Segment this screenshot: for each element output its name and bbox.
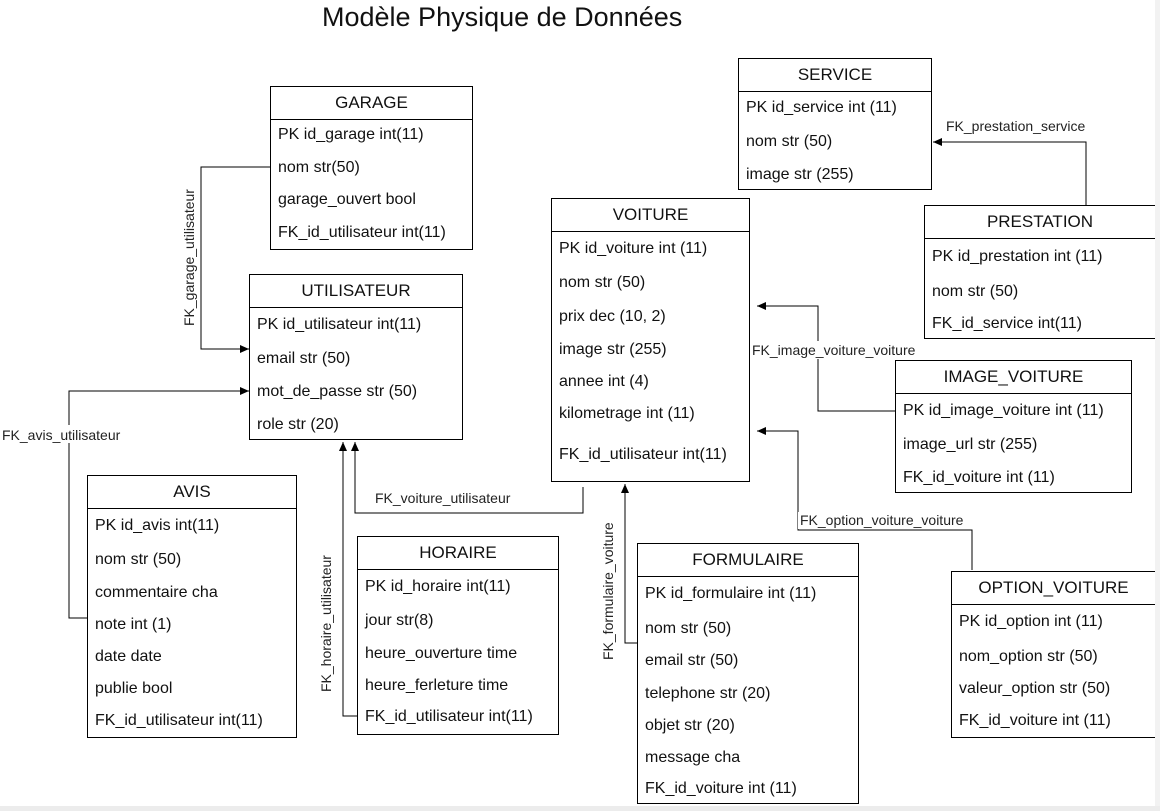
field-row: valeur_option str (50)	[959, 680, 1111, 697]
field-row: PK id_service int (11)	[746, 99, 897, 116]
field-row: FK_id_utilisateur int(11)	[278, 224, 446, 241]
entity-utilisateur[interactable]: UTILISATEUR PK id_utilisateur int(11) em…	[249, 274, 463, 440]
field-row: nom_option str (50)	[959, 648, 1098, 665]
field-row: note int (1)	[95, 616, 172, 633]
scroll-edge-right	[1155, 0, 1160, 811]
field-row: image_url str (255)	[903, 436, 1038, 453]
field-row: heure_ferleture time	[365, 677, 509, 694]
entity-voiture[interactable]: VOITURE PK id_voiture int (11) nom str (…	[551, 198, 750, 482]
field-row: FK_id_utilisateur int(11)	[365, 708, 533, 725]
field-row: role str (20)	[257, 416, 339, 433]
field-row: PK id_image_voiture int (11)	[903, 402, 1104, 419]
field-row: message cha	[645, 749, 741, 766]
field-row: FK_id_utilisateur int(11)	[95, 712, 263, 729]
entity-horaire[interactable]: HORAIRE PK id_horaire int(11) jour str(8…	[357, 536, 559, 735]
entity-option-voiture[interactable]: OPTION_VOITURE PK id_option int (11) nom…	[951, 571, 1156, 738]
entity-service[interactable]: SERVICE PK id_service int (11) nom str (…	[738, 58, 932, 190]
entity-formulaire-name: FORMULAIRE	[638, 544, 858, 577]
field-row: mot_de_passe str (50)	[257, 383, 418, 400]
entity-utilisateur-name: UTILISATEUR	[250, 275, 462, 308]
label-fk-garage-utilisateur: FK_garage_utilisateur	[181, 189, 197, 326]
entity-avis[interactable]: AVIS PK id_avis int(11) nom str (50) com…	[87, 475, 297, 738]
field-row: PK id_voiture int (11)	[559, 240, 708, 257]
entity-prestation-name: PRESTATION	[925, 206, 1155, 239]
entity-garage-name: GARAGE	[271, 87, 472, 120]
entity-service-name: SERVICE	[739, 59, 931, 92]
field-row: image str (255)	[746, 166, 854, 183]
field-row: FK_id_voiture int (11)	[645, 780, 797, 797]
field-row: prix dec (10, 2)	[559, 308, 666, 325]
field-row: nom str (50)	[559, 274, 646, 291]
field-row: nom str (50)	[645, 620, 732, 637]
field-row: jour str(8)	[365, 612, 434, 629]
label-fk-voiture-utilisateur: FK_voiture_utilisateur	[375, 490, 511, 506]
label-fk-horaire-utilisateur: FK_horaire_utilisateur	[318, 555, 334, 692]
label-fk-option-voiture-voiture: FK_option_voiture_voiture	[800, 512, 964, 528]
field-row: publie bool	[95, 680, 173, 697]
label-fk-prestation-service: FK_prestation_service	[946, 118, 1086, 134]
field-row: nom str(50)	[278, 159, 360, 176]
field-row: kilometrage int (11)	[559, 405, 695, 422]
label-fk-avis-utilisateur: FK_avis_utilisateur	[2, 427, 121, 443]
field-row: PK id_formulaire int (11)	[645, 585, 817, 602]
field-row: PK id_avis int(11)	[95, 517, 220, 534]
entity-avis-name: AVIS	[88, 476, 296, 509]
field-row: PK id_prestation int (11)	[932, 248, 1103, 265]
field-row: email str (50)	[257, 350, 351, 367]
link-horaire-utilisateur	[339, 442, 358, 717]
field-row: FK_id_service int(11)	[932, 315, 1082, 332]
entity-image-voiture[interactable]: IMAGE_VOITURE PK id_image_voiture int (1…	[895, 360, 1132, 493]
field-row: email str (50)	[645, 652, 739, 669]
entity-image-voiture-name: IMAGE_VOITURE	[896, 361, 1131, 394]
entity-horaire-name: HORAIRE	[358, 537, 558, 570]
field-row: date date	[95, 648, 162, 665]
label-fk-formulaire-voiture: FK_formulaire_voiture	[600, 522, 616, 660]
field-row: nom str (50)	[746, 133, 833, 150]
link-formulaire-voiture	[621, 484, 637, 644]
field-row: FK_id_utilisateur int(11)	[559, 446, 727, 463]
field-row: PK id_horaire int(11)	[365, 578, 511, 595]
field-row: garage_ouvert bool	[278, 191, 416, 208]
field-row: image str (255)	[559, 341, 667, 358]
entity-formulaire[interactable]: FORMULAIRE PK id_formulaire int (11) nom…	[637, 543, 859, 804]
label-fk-image-voiture-voiture: FK_image_voiture_voiture	[752, 342, 916, 358]
field-row: PK id_garage int(11)	[278, 126, 424, 143]
field-row: objet str (20)	[645, 717, 735, 734]
field-row: telephone str (20)	[645, 685, 771, 702]
field-row: heure_ouverture time	[365, 645, 518, 662]
field-row: FK_id_voiture int (11)	[959, 712, 1111, 729]
field-row: PK id_utilisateur int(11)	[257, 316, 422, 333]
link-prestation-service	[933, 138, 1087, 206]
field-row: PK id_option int (11)	[959, 613, 1103, 630]
entity-voiture-name: VOITURE	[552, 199, 749, 232]
field-row: commentaire cha	[95, 584, 218, 601]
field-row: nom str (50)	[932, 283, 1019, 300]
field-row: nom str (50)	[95, 551, 182, 568]
field-row: FK_id_voiture int (11)	[903, 469, 1055, 486]
entity-prestation[interactable]: PRESTATION PK id_prestation int (11) nom…	[924, 205, 1156, 339]
entity-garage[interactable]: GARAGE PK id_garage int(11) nom str(50) …	[270, 86, 473, 250]
field-row: annee int (4)	[559, 373, 649, 390]
scroll-edge-bottom	[0, 806, 1160, 811]
entity-option-voiture-name: OPTION_VOITURE	[952, 572, 1155, 605]
